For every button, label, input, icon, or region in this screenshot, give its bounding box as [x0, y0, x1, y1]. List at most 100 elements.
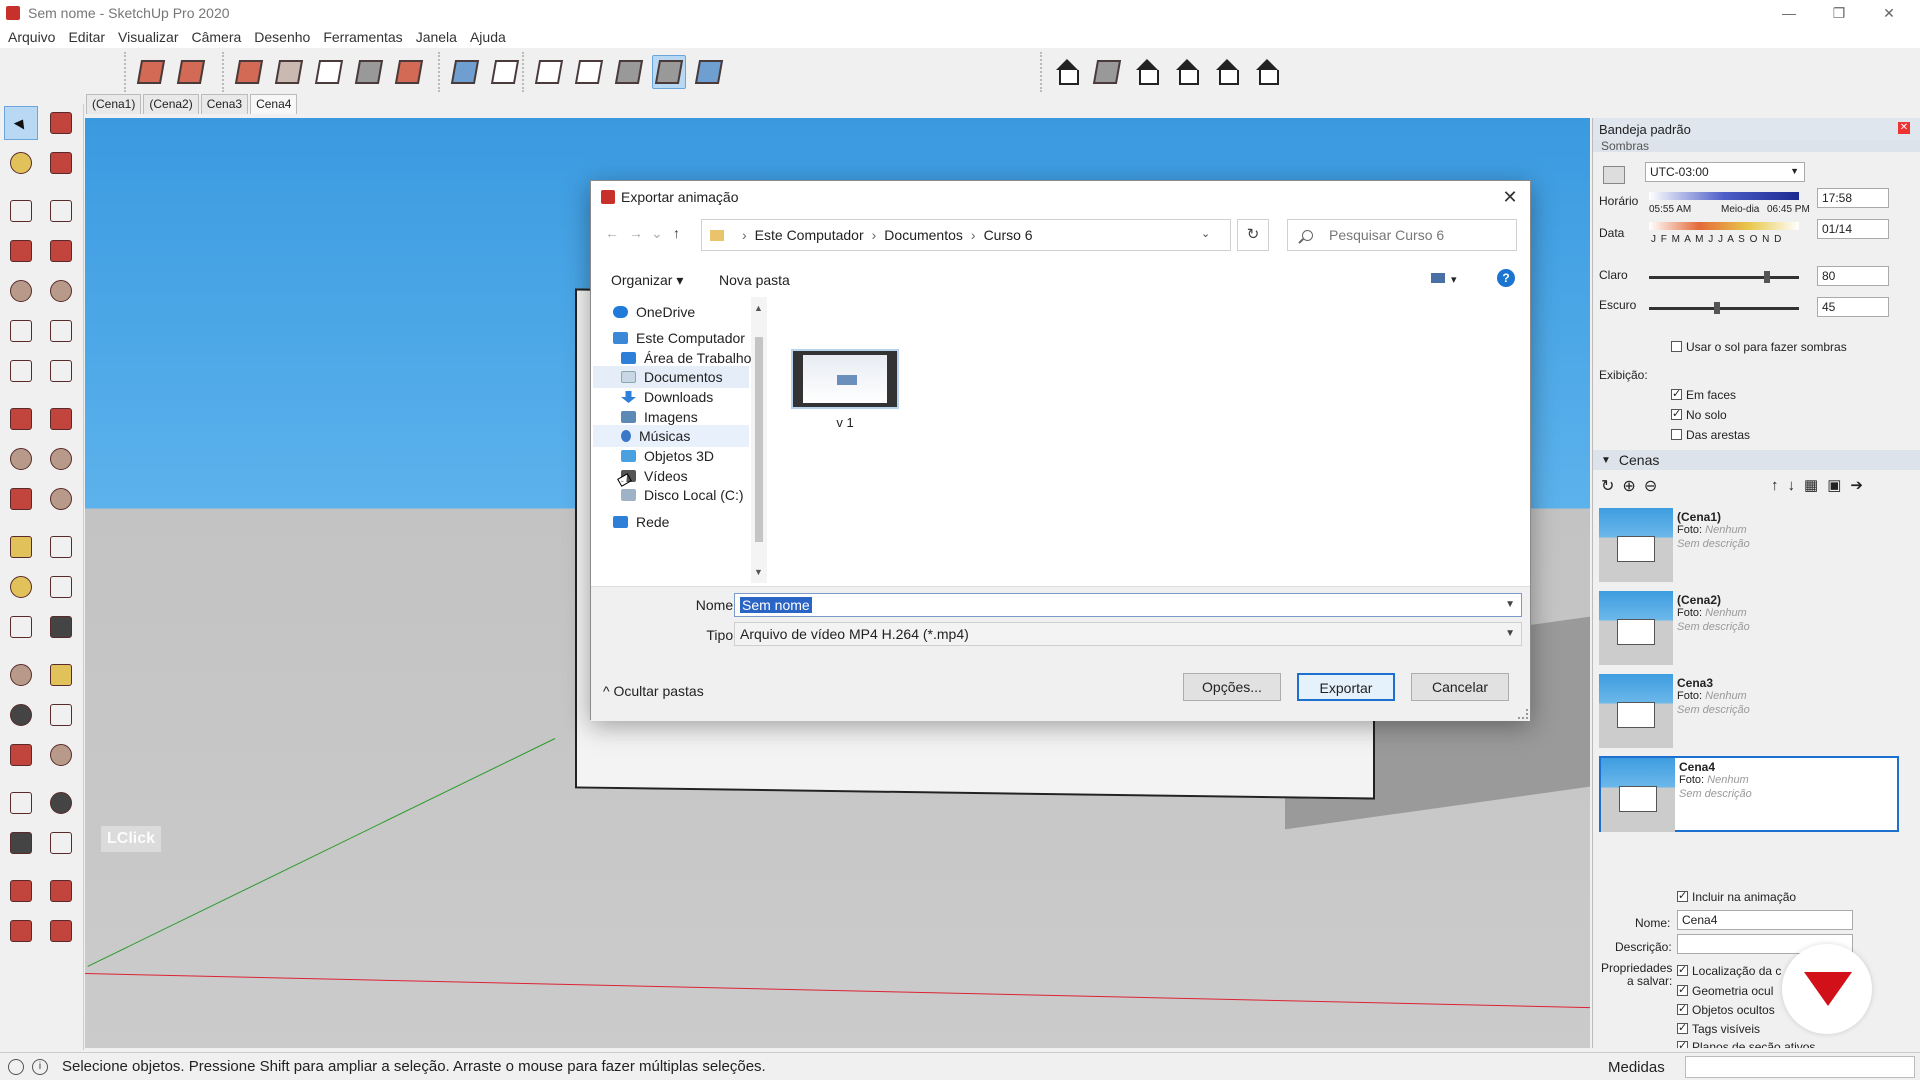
axes-tool[interactable]: [4, 610, 38, 644]
resize-grip[interactable]: [1518, 709, 1528, 719]
light-input[interactable]: 80: [1817, 266, 1889, 286]
section-plane-tool[interactable]: [44, 826, 78, 860]
include-animation-check[interactable]: [1677, 889, 1688, 902]
scenes-panel-header[interactable]: ▼ Cenas: [1593, 450, 1920, 470]
rectangle-tool[interactable]: [4, 234, 38, 268]
close-window-button[interactable]: ✕: [1866, 0, 1912, 26]
scrollbar-thumb[interactable]: [755, 337, 763, 542]
bottom-view-button[interactable]: [692, 55, 726, 89]
add-scene-icon[interactable]: ⊕: [1622, 478, 1643, 495]
nav-downloads[interactable]: Downloads: [621, 386, 713, 408]
dark-input[interactable]: 45: [1817, 297, 1889, 317]
prop-hidden-objects-check[interactable]: [1677, 1002, 1688, 1015]
two-point-arc-tool[interactable]: [44, 314, 78, 348]
prop-visible-tags-check[interactable]: [1677, 1021, 1688, 1034]
rotate-tool[interactable]: [4, 442, 38, 476]
remove-scene-icon[interactable]: ⊖: [1644, 478, 1665, 495]
house-iso-button[interactable]: [1050, 55, 1084, 89]
move-tool[interactable]: [4, 402, 38, 436]
look-around-tool[interactable]: [44, 786, 78, 820]
help-icon[interactable]: ?: [1497, 269, 1515, 287]
left-view-button[interactable]: [652, 55, 686, 89]
menu-ferramentas[interactable]: Ferramentas: [319, 29, 411, 45]
scroll-down-icon[interactable]: ▼: [754, 567, 763, 577]
use-sun-checkbox[interactable]: Usar o sol para fazer sombras: [1671, 340, 1847, 354]
scene-tab-cena2[interactable]: (Cena2): [143, 94, 199, 114]
prop-section-planes-checkbox[interactable]: Planos de seção ativos: [1677, 1040, 1815, 1048]
protractor-tool[interactable]: [4, 570, 38, 604]
position-camera-tool[interactable]: [4, 786, 38, 820]
freehand-tool[interactable]: [44, 194, 78, 228]
measures-input[interactable]: [1685, 1056, 1915, 1078]
zoom-tool[interactable]: [4, 698, 38, 732]
back-icon[interactable]: ←: [605, 225, 619, 241]
recent-locations-icon[interactable]: ⌄: [651, 225, 663, 242]
push-pull-tool[interactable]: [44, 402, 78, 436]
dark-slider[interactable]: [1649, 302, 1799, 314]
dimension-tool[interactable]: [44, 530, 78, 564]
menu-visualizar[interactable]: Visualizar: [114, 29, 187, 45]
hidden-line-button[interactable]: [272, 55, 306, 89]
line-tool[interactable]: [4, 194, 38, 228]
warehouse-tool[interactable]: [4, 874, 38, 908]
hide-folders-button[interactable]: ^ Ocultar pastas: [603, 683, 704, 699]
include-animation-checkbox[interactable]: Incluir na animação: [1677, 889, 1796, 904]
dialog-close-button[interactable]: ✕: [1498, 185, 1522, 209]
eraser-tool[interactable]: [44, 146, 78, 180]
menu-janela[interactable]: Janela: [412, 29, 466, 45]
arc-tool[interactable]: [4, 314, 38, 348]
update-scene-icon[interactable]: ↻: [1601, 478, 1622, 495]
menu-editar[interactable]: Editar: [64, 29, 114, 45]
file-item-v1[interactable]: v 1: [791, 349, 901, 430]
geolocation-icon[interactable]: [8, 1058, 24, 1075]
house-side-button[interactable]: [1090, 55, 1124, 89]
shadows-toggle-icon[interactable]: [1603, 166, 1625, 184]
nav-disco-local[interactable]: Disco Local (C:): [621, 484, 744, 506]
rotated-rectangle-tool[interactable]: [44, 234, 78, 268]
polygon-tool[interactable]: [44, 274, 78, 308]
back-edges-button[interactable]: [174, 55, 208, 89]
breadcrumb-este-computador[interactable]: Este Computador: [755, 227, 864, 243]
prop-camera-checkbox[interactable]: Localização da c: [1677, 963, 1781, 978]
text-tool[interactable]: [44, 570, 78, 604]
scene-list-item-cena2[interactable]: (Cena2) Foto: Nenhum Sem descrição: [1599, 591, 1899, 667]
back-view-button[interactable]: [612, 55, 646, 89]
paint-bucket-tool[interactable]: [4, 146, 38, 180]
house-left-button[interactable]: [1250, 55, 1284, 89]
right-view-button[interactable]: [572, 55, 606, 89]
monochrome-button[interactable]: [392, 55, 426, 89]
send-to-layout-tool[interactable]: [4, 914, 38, 948]
refresh-icon[interactable]: ↻: [1237, 219, 1269, 251]
from-edges-check[interactable]: [1671, 429, 1682, 440]
circle-tool[interactable]: [4, 274, 38, 308]
menu-camera[interactable]: Câmera: [187, 29, 250, 45]
3d-text-tool[interactable]: [44, 610, 78, 644]
search-input[interactable]: Pesquisar Curso 6: [1287, 219, 1517, 251]
prop-visible-tags-checkbox[interactable]: Tags visíveis: [1677, 1021, 1760, 1036]
on-ground-check[interactable]: [1671, 407, 1682, 420]
view-options-icon[interactable]: ▦: [1804, 477, 1827, 494]
house-back-button[interactable]: [1210, 55, 1244, 89]
iso-view-button[interactable]: [448, 55, 482, 89]
shadows-panel-header[interactable]: Sombras: [1593, 140, 1920, 152]
menu-arquivo[interactable]: Arquivo: [4, 29, 64, 45]
breadcrumb-curso-6[interactable]: Curso 6: [984, 227, 1033, 243]
cancel-button[interactable]: Cancelar: [1411, 673, 1509, 701]
extension-manager-tool[interactable]: [44, 914, 78, 948]
options-button[interactable]: Opções...: [1183, 673, 1281, 701]
tape-measure-tool[interactable]: [4, 530, 38, 564]
forward-icon[interactable]: →: [629, 225, 643, 241]
date-slider[interactable]: [1649, 222, 1799, 230]
prop-hidden-objects-checkbox[interactable]: Objetos ocultos: [1677, 1002, 1775, 1017]
menu-desenho[interactable]: Desenho: [250, 29, 319, 45]
nav-rede[interactable]: Rede: [613, 511, 669, 533]
restore-button[interactable]: ❐: [1816, 0, 1862, 26]
close-tray-icon[interactable]: ✕: [1898, 122, 1910, 134]
nav-onedrive[interactable]: OneDrive: [613, 301, 695, 323]
top-view-button[interactable]: [488, 55, 522, 89]
time-slider[interactable]: [1649, 192, 1799, 200]
scene-list-item-cena4[interactable]: Cena4 Foto: Nenhum Sem descrição: [1599, 756, 1899, 832]
nav-musicas[interactable]: Músicas: [593, 425, 749, 447]
nav-documentos[interactable]: Documentos: [593, 366, 749, 388]
front-view-button[interactable]: [532, 55, 566, 89]
